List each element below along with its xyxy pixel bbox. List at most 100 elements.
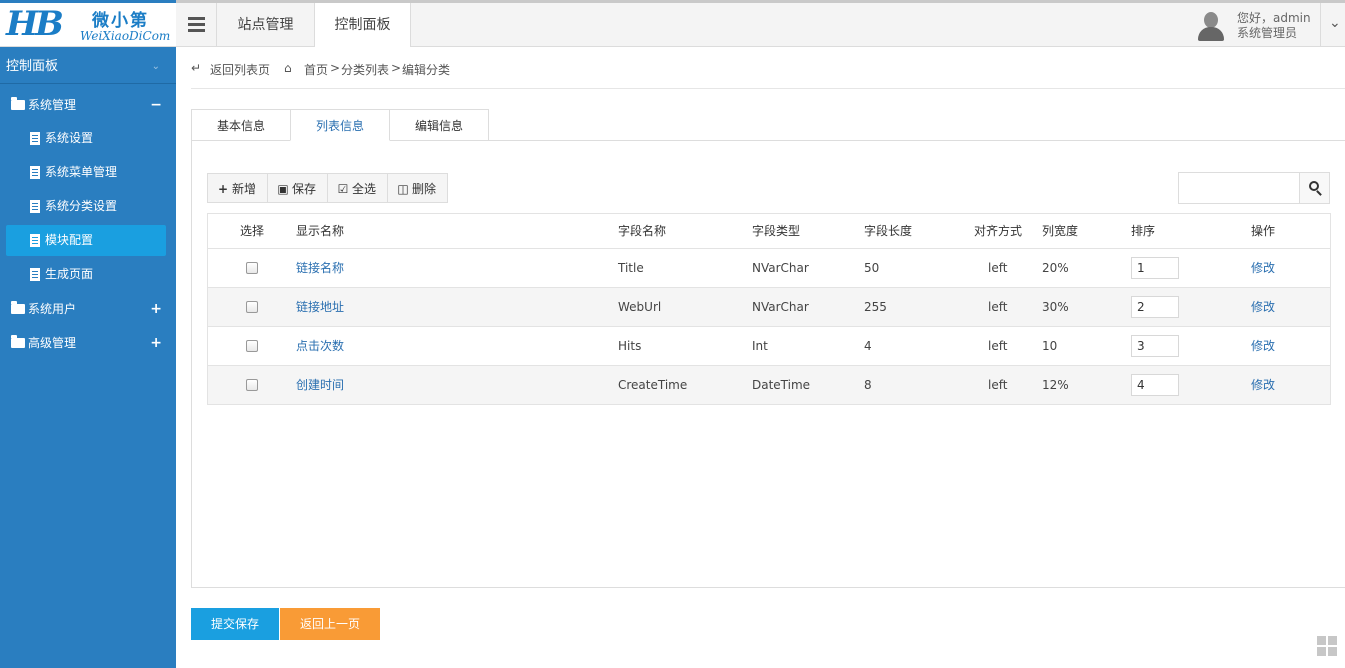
sidebar-group-system-management[interactable]: 系统管理 − bbox=[0, 88, 176, 122]
display-name-link[interactable]: 链接地址 bbox=[296, 288, 344, 327]
display-name-link[interactable]: 点击次数 bbox=[296, 327, 344, 366]
back-to-list-link[interactable]: 返回列表页 bbox=[210, 61, 270, 78]
submit-save-button[interactable]: 提交保存 bbox=[191, 608, 279, 640]
sidebar-item-generate-page[interactable]: 生成页面 bbox=[6, 259, 166, 290]
sidebar-group-system-users[interactable]: 系统用户 + bbox=[0, 292, 176, 326]
logo-mark: HB bbox=[6, 4, 64, 44]
column-header-field-length: 字段长度 bbox=[864, 224, 913, 238]
sort-input[interactable]: 3 bbox=[1131, 335, 1179, 357]
edit-link[interactable]: 修改 bbox=[1251, 366, 1275, 405]
row-checkbox[interactable] bbox=[246, 262, 258, 274]
field-name: Title bbox=[618, 261, 644, 275]
avatar[interactable] bbox=[1196, 10, 1226, 42]
column-header-action: 操作 bbox=[1251, 224, 1276, 238]
edit-link[interactable]: 修改 bbox=[1251, 327, 1275, 366]
row-checkbox[interactable] bbox=[246, 301, 258, 313]
search-input[interactable] bbox=[1178, 172, 1300, 204]
column-header-field-name: 字段名称 bbox=[618, 224, 667, 238]
field-length: 50 bbox=[864, 261, 880, 275]
field-length: 8 bbox=[864, 378, 872, 392]
tab-edit-info[interactable]: 编辑信息 bbox=[389, 109, 489, 141]
search-button[interactable] bbox=[1299, 172, 1330, 204]
sort-input[interactable]: 1 bbox=[1131, 257, 1179, 279]
column-header-column-width: 列宽度 bbox=[1042, 224, 1079, 238]
sidebar-item-label: 生成页面 bbox=[45, 267, 94, 281]
field-width: 12% bbox=[1042, 378, 1069, 392]
field-name: CreateTime bbox=[618, 378, 688, 392]
add-button[interactable]: + 新增 bbox=[207, 173, 268, 203]
select-all-button[interactable]: ☑ 全选 bbox=[327, 173, 388, 203]
field-type: Int bbox=[752, 339, 768, 353]
edit-link[interactable]: 修改 bbox=[1251, 288, 1275, 327]
field-table: 选择 显示名称 字段名称 字段类型 字段长度 对齐方式 列宽度 排序 操作 链接… bbox=[207, 213, 1331, 405]
divider bbox=[1320, 3, 1321, 47]
sidebar-group-advanced[interactable]: 高级管理 + bbox=[0, 326, 176, 360]
row-checkbox[interactable] bbox=[246, 379, 258, 391]
sidebar-item-category-settings[interactable]: 系统分类设置 bbox=[6, 191, 166, 222]
sidebar-group-label: 系统管理 bbox=[28, 98, 77, 112]
logo-name-en: WeiXiaoDiCom bbox=[80, 29, 171, 43]
header-tab-site-management[interactable]: 站点管理 bbox=[217, 3, 315, 47]
breadcrumb-current: 编辑分类 bbox=[402, 63, 451, 77]
table-row: 点击次数 Hits Int 4 left 10 3 修改 bbox=[208, 327, 1330, 366]
back-arrow-icon[interactable]: ↵ bbox=[191, 61, 201, 75]
home-icon[interactable]: ⌂ bbox=[284, 61, 292, 75]
column-header-sort: 排序 bbox=[1131, 224, 1156, 238]
expand-icon: + bbox=[150, 301, 162, 317]
document-icon bbox=[30, 268, 40, 281]
header-tab-control-panel[interactable]: 控制面板 bbox=[315, 3, 411, 47]
sidebar-item-label: 系统分类设置 bbox=[45, 199, 118, 213]
sidebar: HB 微小第 WeiXiaoDiCom 控制面板 ⌄ 系统管理 − 系统设置 系… bbox=[0, 0, 176, 668]
sidebar-item-module-config[interactable]: 模块配置 bbox=[6, 225, 166, 256]
menu-toggle-icon[interactable] bbox=[176, 3, 217, 47]
column-header-align: 对齐方式 bbox=[974, 224, 1023, 238]
logo-name-cn: 微小第 bbox=[92, 11, 149, 31]
plus-icon: + bbox=[217, 182, 229, 196]
top-header: 站点管理 控制面板 您好，admin 系统管理员 ⌄ bbox=[176, 3, 1345, 47]
table-row: 链接地址 WebUrl NVarChar 255 left 30% 2 修改 bbox=[208, 288, 1330, 327]
logo[interactable]: HB 微小第 WeiXiaoDiCom bbox=[0, 3, 176, 47]
field-align: left bbox=[988, 300, 1008, 314]
display-name-link[interactable]: 链接名称 bbox=[296, 249, 344, 288]
field-length: 255 bbox=[864, 300, 887, 314]
field-length: 4 bbox=[864, 339, 872, 353]
breadcrumb-separator: > bbox=[330, 61, 341, 75]
trash-icon: ◫ bbox=[397, 182, 409, 196]
divider bbox=[191, 88, 1345, 89]
column-header-field-type: 字段类型 bbox=[752, 224, 801, 238]
save-button[interactable]: ▣ 保存 bbox=[267, 173, 328, 203]
field-width: 20% bbox=[1042, 261, 1069, 275]
chevron-down-icon[interactable]: ⌄ bbox=[1329, 15, 1341, 31]
sidebar-item-menu-management[interactable]: 系统菜单管理 bbox=[6, 157, 166, 188]
column-header-display-name: 显示名称 bbox=[296, 224, 345, 238]
sidebar-group-label: 系统用户 bbox=[28, 302, 77, 316]
folder-icon bbox=[11, 97, 25, 110]
sidebar-group-label: 高级管理 bbox=[28, 336, 77, 350]
display-name-link[interactable]: 创建时间 bbox=[296, 366, 344, 405]
tab-basic-info[interactable]: 基本信息 bbox=[191, 109, 291, 141]
field-align: left bbox=[988, 339, 1008, 353]
tab-list-info[interactable]: 列表信息 bbox=[290, 109, 390, 141]
row-checkbox[interactable] bbox=[246, 340, 258, 352]
delete-button[interactable]: ◫ 删除 bbox=[387, 173, 448, 203]
breadcrumb-category-list[interactable]: 分类列表 bbox=[341, 61, 389, 78]
field-width: 30% bbox=[1042, 300, 1069, 314]
chevron-down-icon: ⌄ bbox=[151, 61, 160, 72]
table-row: 创建时间 CreateTime DateTime 8 left 12% 4 修改 bbox=[208, 366, 1330, 405]
sort-input[interactable]: 2 bbox=[1131, 296, 1179, 318]
sidebar-header-control-panel[interactable]: 控制面板 ⌄ bbox=[0, 50, 176, 84]
breadcrumb-home[interactable]: 首页 bbox=[304, 61, 328, 78]
back-button[interactable]: 返回上一页 bbox=[280, 608, 380, 640]
grid-icon[interactable] bbox=[1317, 636, 1338, 657]
sidebar-item-label: 模块配置 bbox=[45, 233, 94, 247]
save-icon: ▣ bbox=[277, 182, 289, 196]
document-icon bbox=[30, 166, 40, 179]
sidebar-item-system-settings[interactable]: 系统设置 bbox=[6, 123, 166, 154]
breadcrumb-separator: > bbox=[391, 61, 402, 75]
field-name: WebUrl bbox=[618, 300, 662, 314]
select-all-label: 全选 bbox=[352, 182, 377, 196]
edit-link[interactable]: 修改 bbox=[1251, 249, 1275, 288]
field-name: Hits bbox=[618, 339, 642, 353]
sort-input[interactable]: 4 bbox=[1131, 374, 1179, 396]
sidebar-item-label: 系统设置 bbox=[45, 131, 94, 145]
